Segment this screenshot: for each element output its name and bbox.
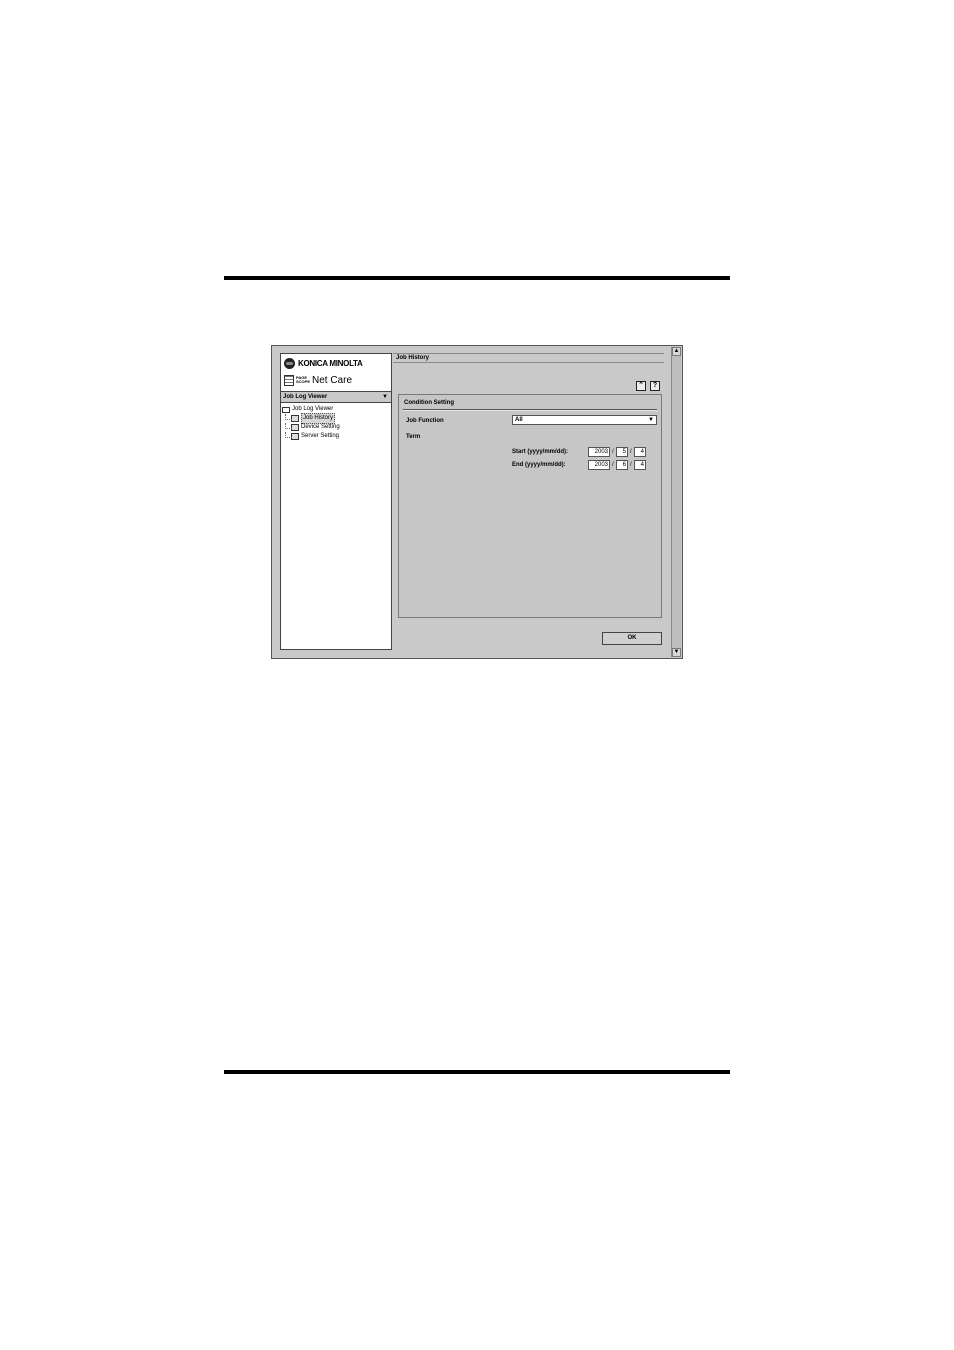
tree-connector (285, 432, 292, 438)
job-function-select[interactable]: All ▼ (512, 415, 657, 425)
tree-connector (285, 423, 292, 429)
start-year-input[interactable]: 2003 (588, 447, 610, 457)
brand-logo: KONICA MINOLTA (284, 356, 363, 370)
product-name: Net Care (312, 374, 353, 386)
bottom-rule (224, 1070, 730, 1074)
tree-item-server-setting[interactable]: Server Setting (282, 432, 340, 441)
chevron-down-icon: ▼ (648, 417, 654, 423)
page-icon (291, 415, 299, 422)
start-month-input[interactable]: 5 (616, 447, 628, 457)
page-icon (291, 424, 299, 431)
section-divider (403, 409, 657, 411)
end-day-input[interactable]: 4 (634, 460, 646, 470)
viewer-dropdown-label: Job Log Viewer (283, 394, 328, 400)
product-logo: PAGE SCOPE Net Care (284, 373, 352, 387)
tree-connector (285, 414, 292, 420)
scroll-down-button[interactable]: ▼ (672, 648, 681, 657)
job-function-label: Job Function (406, 418, 444, 424)
tree-item-job-history[interactable]: Job History (282, 413, 340, 424)
viewer-dropdown[interactable]: Job Log Viewer ▼ (281, 391, 391, 403)
page-icon (291, 433, 299, 440)
main-panel: Job History ⌃ ? Condition Setting Job Fu… (393, 353, 664, 651)
section-title: Condition Setting (404, 400, 454, 406)
start-day-input[interactable]: 4 (634, 447, 646, 457)
start-date-label: Start (yyyy/mm/dd): (512, 449, 569, 455)
date-separator: / (612, 462, 614, 468)
scroll-up-button[interactable]: ▲ (672, 347, 681, 356)
tree-item-device-setting[interactable]: Device Setting (282, 423, 340, 432)
brand-name: KONICA MINOLTA (298, 358, 363, 368)
tree-item-label: Device Setting (301, 424, 340, 430)
date-separator: / (612, 449, 614, 455)
help-icon[interactable]: ? (650, 381, 660, 391)
term-label: Term (406, 434, 421, 440)
konica-minolta-logo-icon (284, 357, 295, 369)
product-small-label: PAGE SCOPE (296, 375, 311, 384)
tree-item-label: Server Setting (301, 433, 340, 439)
end-year-input[interactable]: 2003 (588, 460, 610, 470)
folder-icon (282, 406, 290, 413)
navigation-tree: Job Log Viewer Job History Device Settin… (282, 405, 340, 441)
go-top-icon[interactable]: ⌃ (636, 381, 646, 391)
end-date-label: End (yyyy/mm/dd): (512, 462, 566, 468)
end-month-input[interactable]: 6 (616, 460, 628, 470)
sidebar-panel: KONICA MINOLTA PAGE SCOPE Net Care Job L… (280, 353, 392, 650)
vertical-scrollbar[interactable]: ▲ ▼ (671, 347, 681, 657)
ok-button[interactable]: OK (602, 632, 662, 645)
page-title: Job History (393, 353, 664, 363)
job-function-value: All (515, 417, 523, 423)
condition-setting-panel: Condition Setting Job Function All ▼ Ter… (398, 394, 662, 618)
chevron-down-icon: ▼ (382, 394, 388, 400)
date-separator: / (630, 462, 632, 468)
date-separator: / (630, 449, 632, 455)
top-rule (224, 276, 730, 280)
app-window: ▲ ▼ KONICA MINOLTA PAGE SCOPE Net Care J… (271, 345, 683, 659)
pagescope-icon (284, 374, 294, 386)
